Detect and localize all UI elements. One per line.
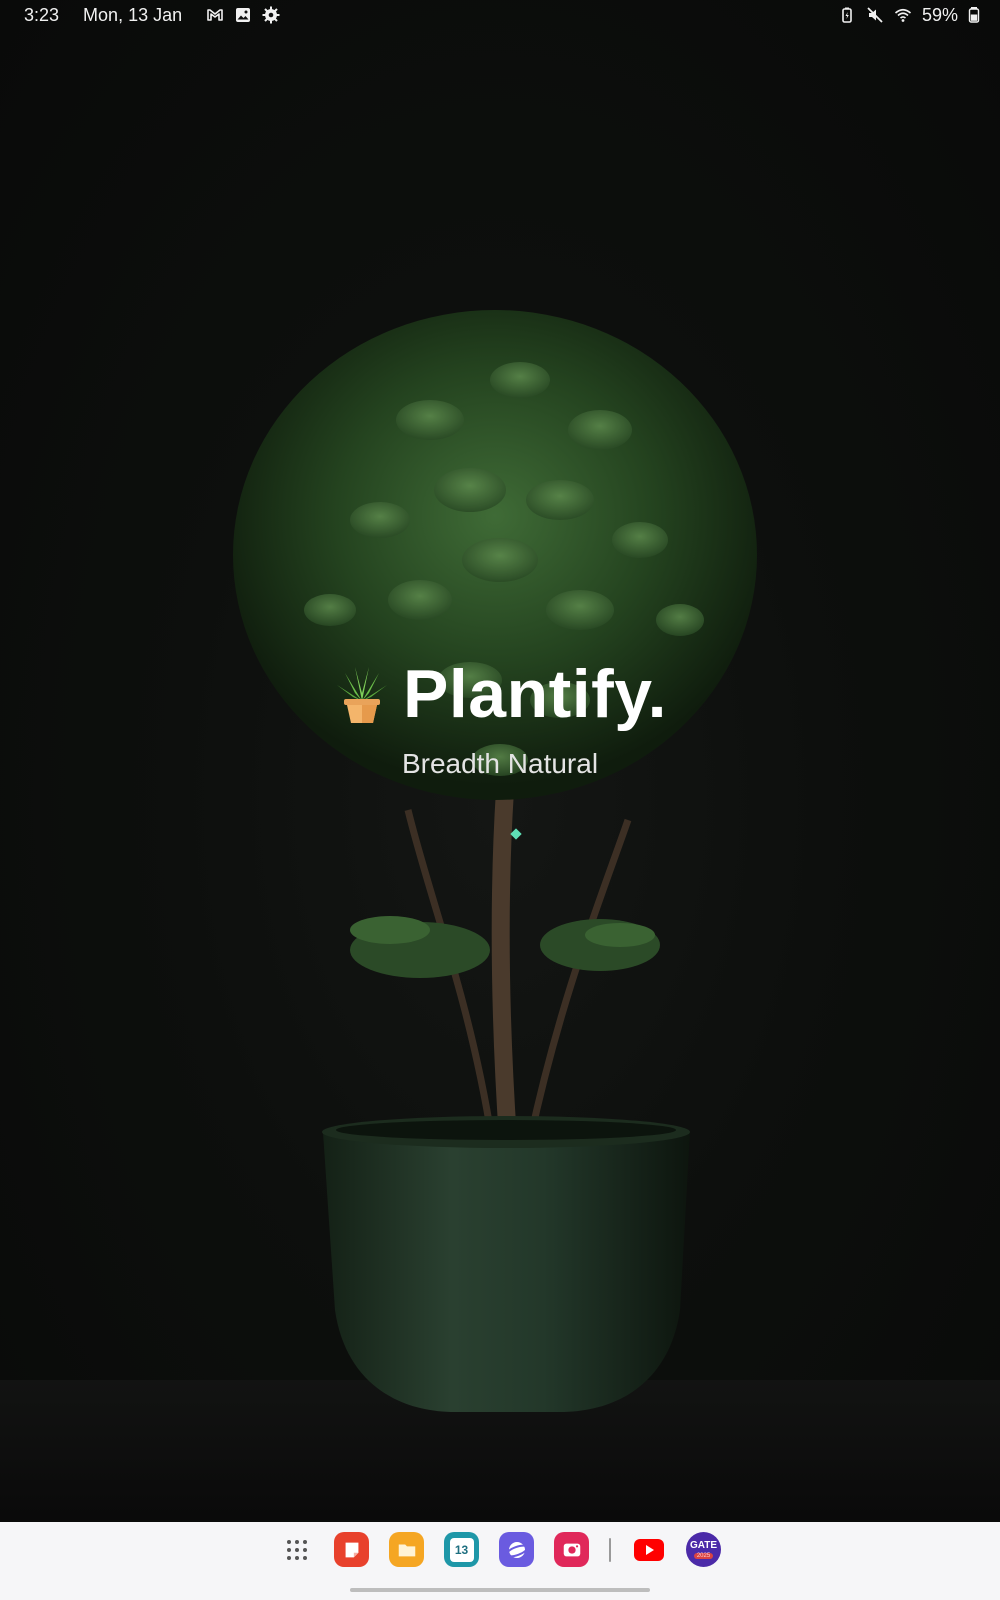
camera-icon [563,1543,580,1556]
calendar-app-button[interactable]: 13 [444,1532,479,1567]
notes-app-button[interactable] [334,1532,369,1567]
app-title: Plantify. [403,656,667,732]
status-time: 3:23 [24,4,60,25]
calendar-icon: 13 [449,1537,474,1562]
settings-icon [262,6,280,24]
status-date: Mon, 13 Jan [83,4,183,25]
dock-divider [609,1537,611,1562]
mute-icon [866,6,884,24]
battery-saver-icon [838,6,856,24]
files-app-button[interactable] [389,1532,424,1567]
youtube-app-button[interactable] [631,1532,666,1567]
status-bar: 3:23 Mon, 13 Jan 59% [0,0,1000,30]
browser-icon [505,1541,528,1558]
grid-dots-icon [286,1539,307,1560]
notes-icon [345,1542,358,1557]
app-tagline: Breadth Natural [401,748,599,779]
gallery-icon [234,6,252,24]
gate-app-button[interactable]: GATE 2025 [686,1532,721,1567]
status-right: 59% [838,5,980,26]
browser-app-button[interactable] [499,1532,534,1567]
gate-icon-year: 2025 [693,1552,714,1559]
splash-screen: 3:23 Mon, 13 Jan 59% Plantify. Breadth N… [0,0,1000,1600]
camera-app-button[interactable] [554,1532,589,1567]
home-gesture-handle[interactable] [350,1588,650,1592]
dock: 13 GATE 2025 [0,1532,1000,1567]
taskbar: 13 GATE 2025 [0,1522,1000,1600]
brand-row: Plantify. [333,660,667,728]
status-left: 3:23 Mon, 13 Jan [24,5,280,26]
battery-icon [968,6,980,24]
gate-icon-label: GATE [689,1539,718,1551]
potted-plant-icon [333,663,391,725]
splash-branding: Plantify. Breadth Natural [0,660,1000,780]
battery-percent: 59% [921,4,958,25]
youtube-icon [633,1538,664,1561]
folder-icon [398,1544,415,1556]
gmail-icon [206,6,224,24]
wifi-icon [894,6,912,24]
app-drawer-button[interactable] [279,1532,314,1567]
